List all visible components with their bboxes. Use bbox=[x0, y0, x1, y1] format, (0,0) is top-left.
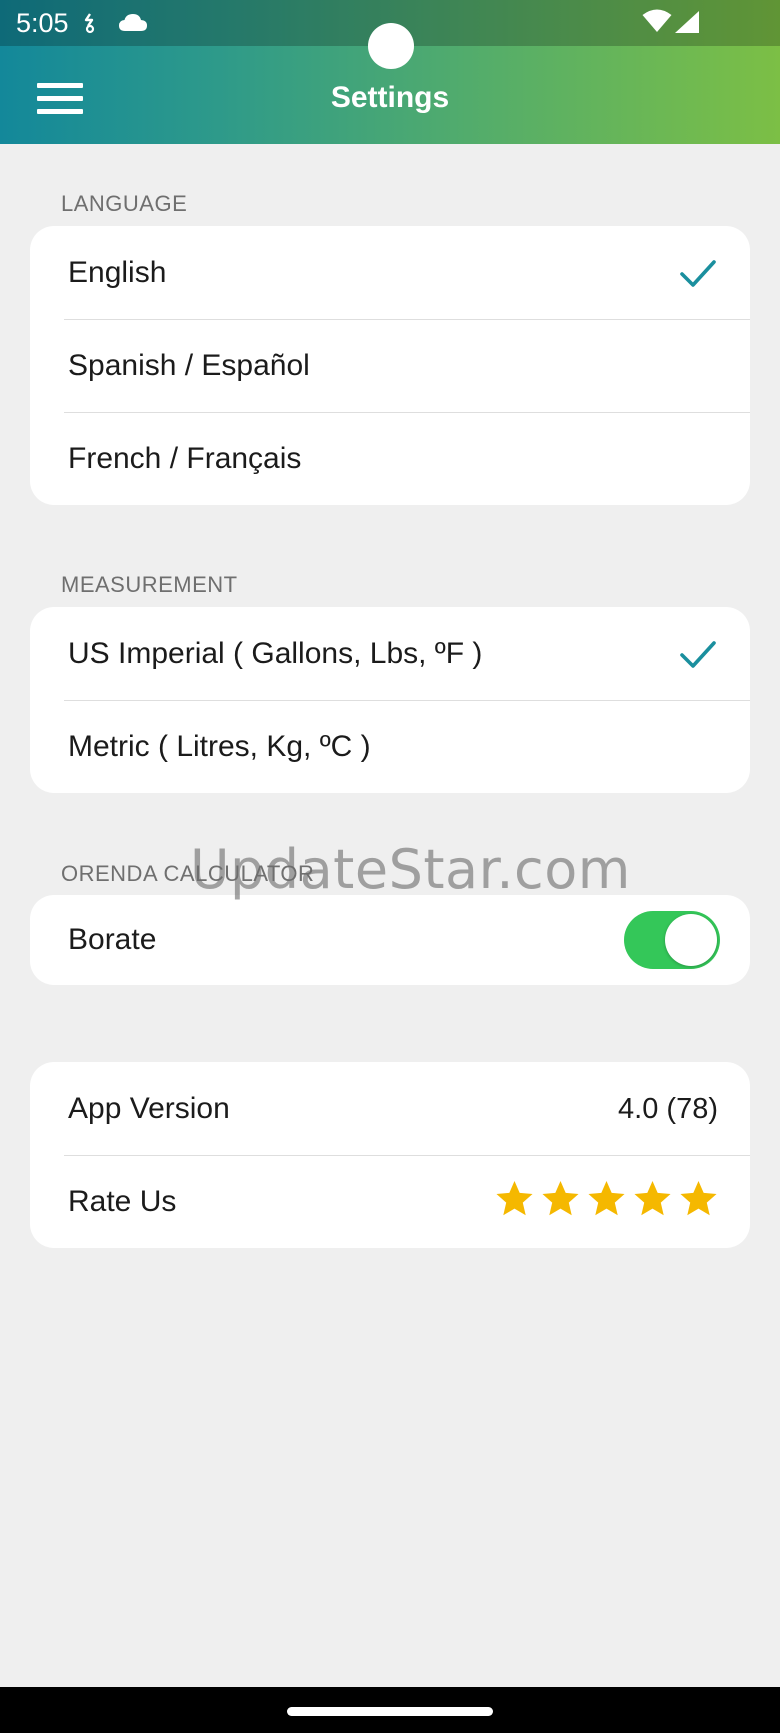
rate-us-label: Rate Us bbox=[68, 1184, 177, 1218]
star-icon[interactable] bbox=[495, 1179, 534, 1218]
borate-row: Borate bbox=[30, 895, 750, 985]
language-section-header: LANGUAGE bbox=[61, 191, 188, 216]
language-option-label: English bbox=[68, 255, 167, 289]
measurement-card: US Imperial ( Gallons, Lbs, ºF ) Metric … bbox=[30, 607, 750, 793]
orenda-calculator-card: Borate bbox=[30, 895, 750, 985]
measurement-option-us-imperial[interactable]: US Imperial ( Gallons, Lbs, ºF ) bbox=[30, 607, 750, 700]
cellular-signal-icon bbox=[674, 10, 700, 39]
about-card: App Version 4.0 (78) Rate Us bbox=[30, 1062, 750, 1248]
cloud-icon bbox=[118, 13, 148, 38]
borate-toggle[interactable] bbox=[624, 911, 720, 969]
checkmark-icon bbox=[678, 253, 718, 293]
toggle-knob bbox=[665, 914, 717, 966]
language-option-spanish[interactable]: Spanish / Español bbox=[30, 319, 750, 412]
rate-us-row[interactable]: Rate Us bbox=[30, 1155, 750, 1248]
language-option-english[interactable]: English bbox=[30, 226, 750, 319]
activity-icon bbox=[80, 12, 100, 39]
app-header: 5:05 Settings bbox=[0, 0, 780, 144]
settings-screen: 5:05 Settings LANGUAGE English Spanish /… bbox=[0, 0, 780, 1733]
checkmark-icon bbox=[678, 634, 718, 674]
status-time: 5:05 bbox=[16, 8, 69, 38]
star-icon[interactable] bbox=[587, 1179, 626, 1218]
star-icon[interactable] bbox=[679, 1179, 718, 1218]
language-option-label: French / Français bbox=[68, 441, 302, 475]
app-version-value: 4.0 (78) bbox=[618, 1092, 718, 1125]
measurement-option-label: Metric ( Litres, Kg, ºC ) bbox=[68, 729, 371, 763]
page-title: Settings bbox=[330, 81, 450, 114]
language-option-label: Spanish / Español bbox=[68, 348, 310, 382]
app-version-label: App Version bbox=[68, 1091, 230, 1125]
measurement-option-label: US Imperial ( Gallons, Lbs, ºF ) bbox=[68, 636, 483, 670]
home-indicator[interactable] bbox=[287, 1707, 493, 1716]
wifi-icon bbox=[642, 9, 672, 38]
star-icon[interactable] bbox=[541, 1179, 580, 1218]
measurement-section-header: MEASUREMENT bbox=[61, 572, 238, 597]
borate-label: Borate bbox=[68, 923, 157, 956]
measurement-option-metric[interactable]: Metric ( Litres, Kg, ºC ) bbox=[30, 700, 750, 793]
language-option-french[interactable]: French / Français bbox=[30, 412, 750, 505]
star-icon[interactable] bbox=[633, 1179, 672, 1218]
app-version-row: App Version 4.0 (78) bbox=[30, 1062, 750, 1155]
star-rating[interactable] bbox=[495, 1179, 718, 1218]
orenda-calculator-section-header: ORENDA CALCULATOR bbox=[61, 861, 315, 886]
language-card: English Spanish / Español French / Franç… bbox=[30, 226, 750, 505]
camera-cutout bbox=[368, 23, 414, 69]
